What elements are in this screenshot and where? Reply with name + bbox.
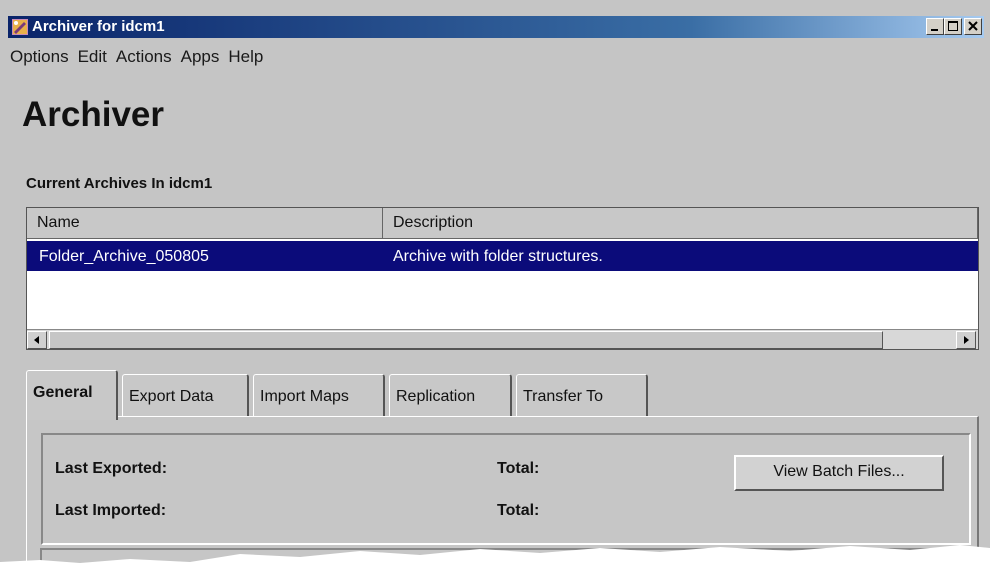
minimize-button[interactable] bbox=[926, 18, 944, 35]
app-icon bbox=[12, 19, 28, 35]
arrow-right-icon bbox=[964, 336, 969, 344]
title-bar[interactable]: Archiver for idcm1 bbox=[8, 16, 984, 38]
close-button[interactable] bbox=[964, 18, 982, 35]
scrollbar-thumb[interactable] bbox=[49, 331, 883, 349]
last-imported-label: Last Imported: bbox=[55, 502, 167, 519]
close-icon bbox=[968, 21, 978, 31]
menu-actions[interactable]: Actions bbox=[114, 40, 179, 66]
row-name: Folder_Archive_050805 bbox=[39, 248, 209, 265]
column-header-description[interactable]: Description bbox=[383, 208, 978, 239]
menu-apps[interactable]: Apps bbox=[179, 40, 227, 66]
row-description: Archive with folder structures. bbox=[393, 248, 603, 265]
page-title: Archiver bbox=[22, 95, 165, 134]
horizontal-scrollbar[interactable] bbox=[27, 329, 978, 349]
export-total-label: Total: bbox=[497, 460, 540, 477]
tab-general[interactable]: General bbox=[26, 370, 118, 420]
table-row[interactable]: Folder_Archive_050805 Archive with folde… bbox=[27, 241, 978, 271]
tab-export-data[interactable]: Export Data bbox=[122, 374, 249, 416]
menu-help[interactable]: Help bbox=[226, 40, 270, 66]
arrow-left-icon bbox=[34, 336, 39, 344]
archives-table: Name Description Folder_Archive_050805 A… bbox=[26, 207, 979, 350]
section-label: Current Archives In idcm1 bbox=[26, 175, 213, 192]
tab-import-maps[interactable]: Import Maps bbox=[253, 374, 385, 416]
view-batch-files-button[interactable]: View Batch Files... bbox=[734, 455, 944, 491]
last-exported-label: Last Exported: bbox=[55, 460, 168, 477]
column-header-name[interactable]: Name bbox=[27, 208, 383, 239]
tab-transfer-to[interactable]: Transfer To bbox=[516, 374, 648, 416]
tab-replication[interactable]: Replication bbox=[389, 374, 512, 416]
torn-edge bbox=[0, 545, 990, 567]
maximize-icon bbox=[948, 21, 958, 31]
menu-options[interactable]: Options bbox=[8, 40, 76, 66]
menu-edit[interactable]: Edit bbox=[76, 40, 114, 66]
maximize-button[interactable] bbox=[944, 18, 962, 35]
scroll-right-button[interactable] bbox=[956, 331, 976, 349]
window-title: Archiver for idcm1 bbox=[32, 18, 165, 35]
import-total-label: Total: bbox=[497, 502, 540, 519]
minimize-icon bbox=[931, 29, 938, 31]
archiver-window: Archiver for idcm1 Options Edit Actions … bbox=[0, 0, 990, 567]
menu-bar: Options Edit Actions Apps Help bbox=[8, 40, 270, 66]
scroll-left-button[interactable] bbox=[27, 331, 47, 349]
